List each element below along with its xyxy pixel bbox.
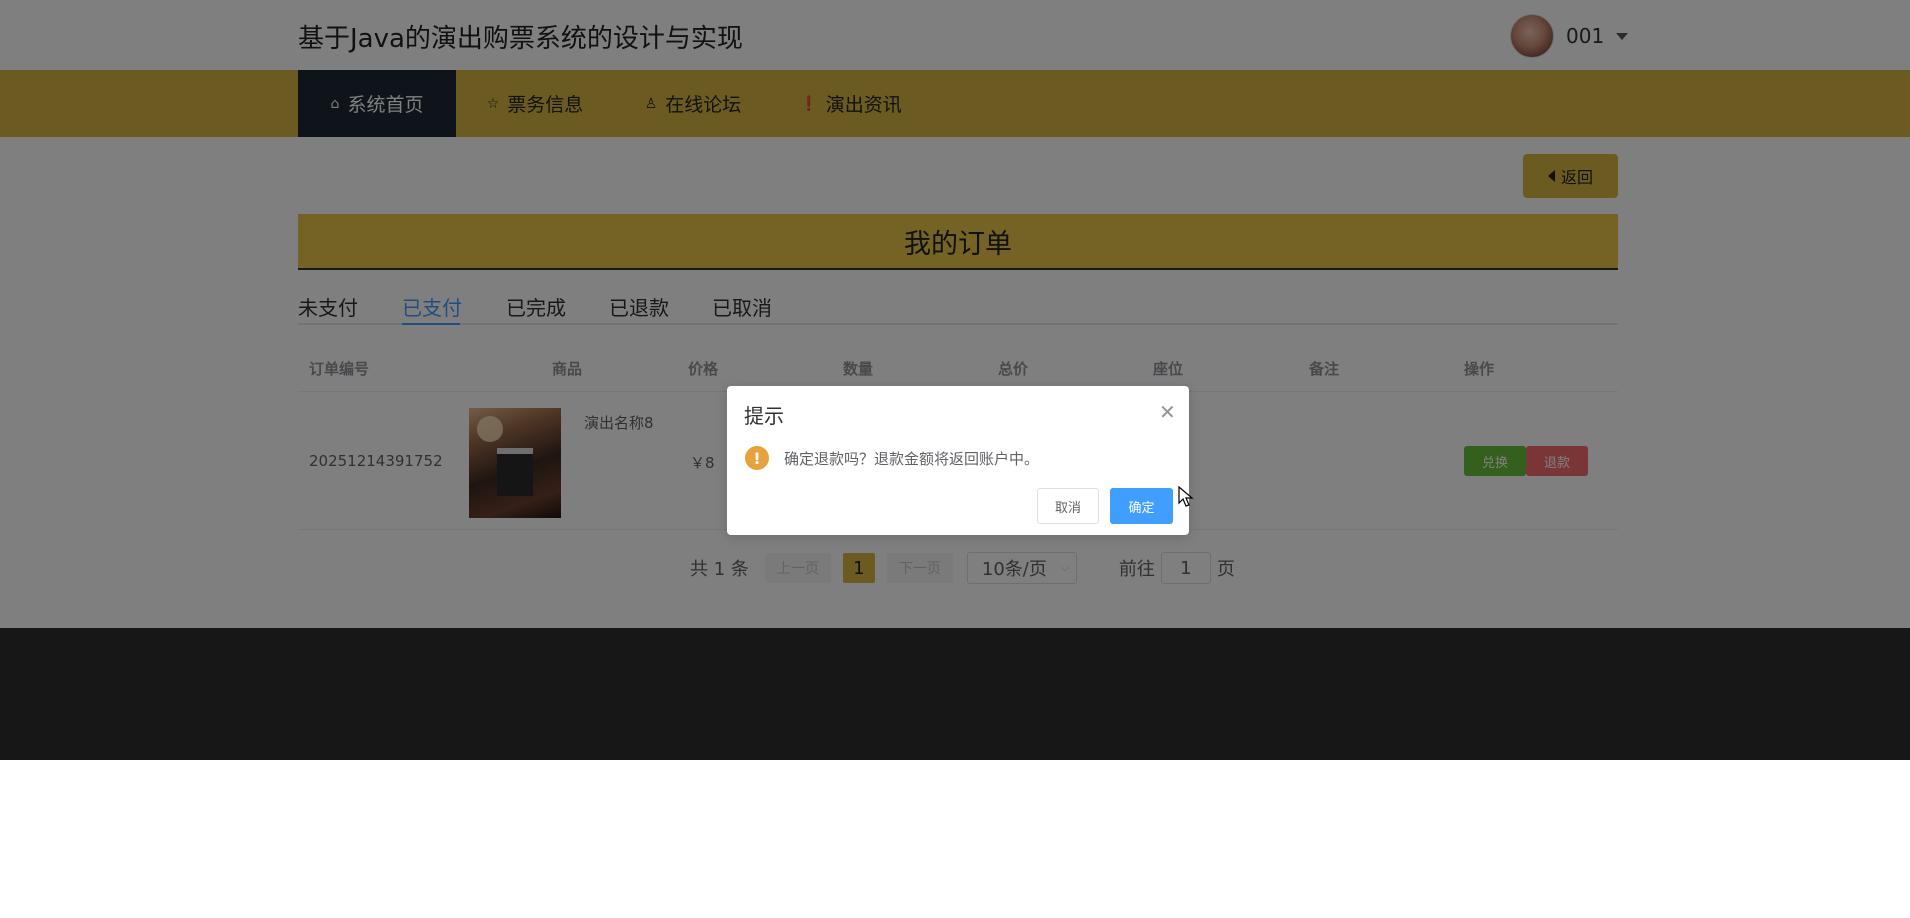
dialog-title: 提示 xyxy=(744,404,784,428)
modal-overlay[interactable] xyxy=(0,0,1910,760)
warning-icon: ! xyxy=(745,446,769,470)
cancel-button[interactable]: 取消 xyxy=(1037,488,1099,524)
confirm-button[interactable]: 确定 xyxy=(1110,488,1173,524)
mouse-cursor-icon xyxy=(1178,486,1194,507)
confirm-dialog: 提示 ✕ ! 确定退款吗？退款金额将返回账户中。 取消 确定 xyxy=(727,386,1189,535)
close-icon[interactable]: ✕ xyxy=(1159,402,1176,422)
dialog-message: 确定退款吗？退款金额将返回账户中。 xyxy=(784,450,1040,468)
page: 基于Java的演出购票系统的设计与实现 001 ⌂ 系统首页 ☆ 票务信息 ♙ … xyxy=(0,0,1910,918)
